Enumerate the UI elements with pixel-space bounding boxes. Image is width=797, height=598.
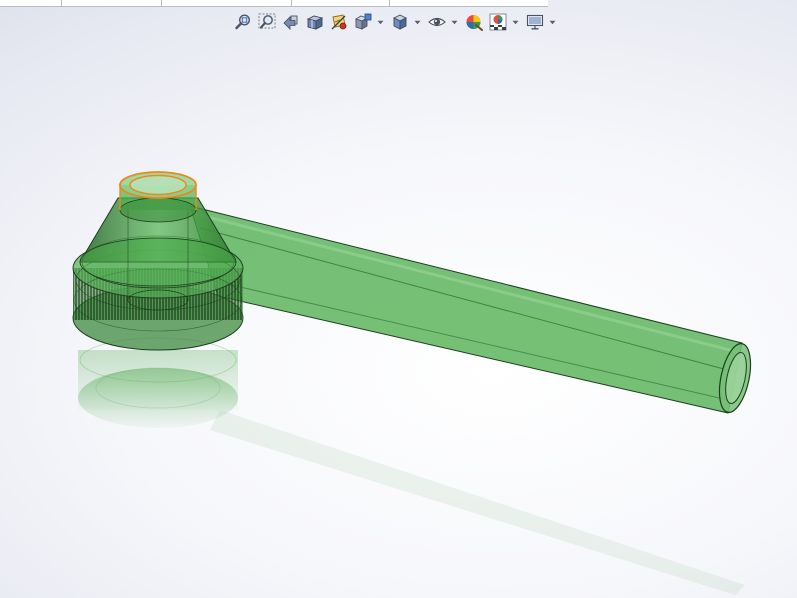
model-canvas[interactable] [0,0,797,598]
handle-tube[interactable] [189,205,756,415]
graphics-area[interactable] [0,0,797,598]
cap-nozzle[interactable] [119,171,197,223]
